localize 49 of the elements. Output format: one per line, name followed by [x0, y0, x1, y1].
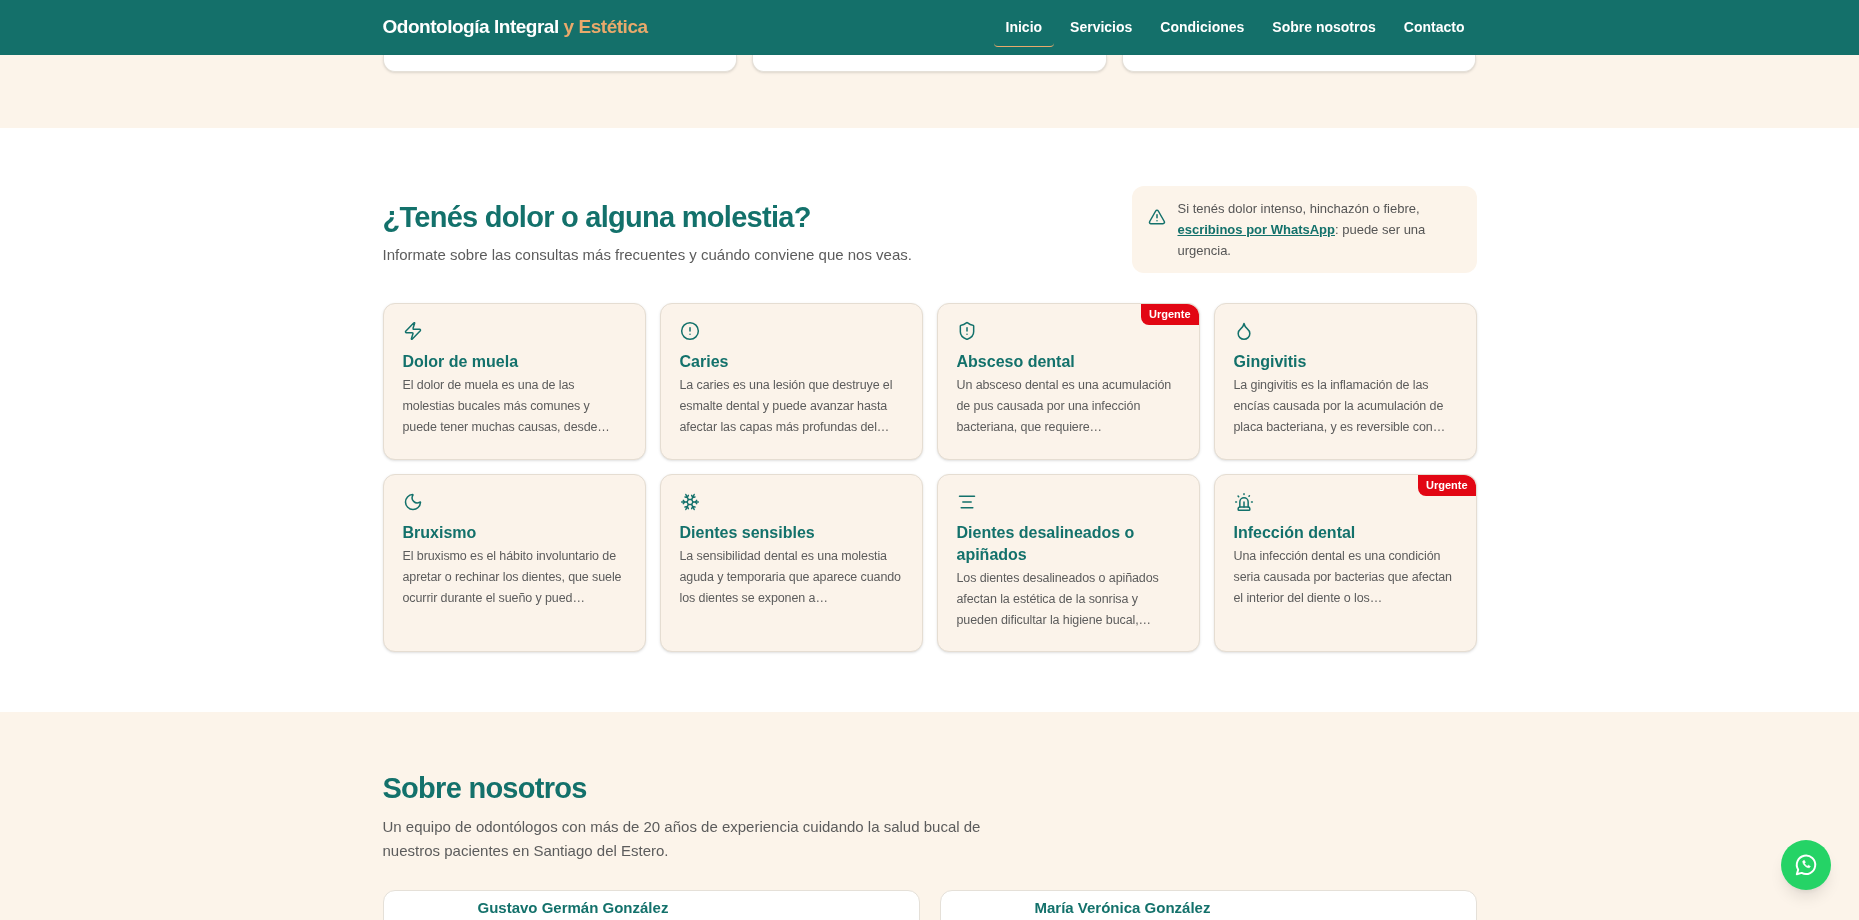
card-description: La gingivitis es la inflamación de las encías causada por la acumulación de placa bacteriana, y es reversible con… [1233, 377, 1447, 436]
condition-card[interactable]: Bruxismo El bruxismo es el hábito involuntario de apretar o rechinar los dientes, que suele ocurrir durante el sueño y pued… [382, 474, 646, 652]
moon-icon [402, 492, 423, 512]
card-title: Dientes sensibles [679, 523, 816, 543]
urgent-badge: Urgente [1140, 304, 1199, 325]
condition-card[interactable]: Dientes sensibles La sensibilidad dental es una molestia aguda y temporaria que aparece cuando los dientes se exponen a… [659, 474, 923, 652]
exclamation-circle-icon [679, 321, 700, 341]
condition-card[interactable]: Dolor de muela El dolor de muela es una de las molestias bucales más comunes y puede tener muchas causas, desde… [382, 303, 646, 460]
section-title: ¿Tenés dolor o alguna molestia? [382, 200, 812, 235]
notice-text: Si tenés dolor intenso, hinchazón o fiebre, escribinos por WhatsApp: puede ser una urgencia. [1177, 200, 1427, 260]
lightning-icon [402, 321, 423, 341]
nav-link[interactable]: Sobre nosotros [1260, 8, 1388, 47]
card-title: Infección dental [1233, 523, 1357, 543]
card-description: Los dientes desalineados o apiñados afectan la estética de la sonrisa y pueden dificultar la higiene bucal,… [956, 570, 1160, 629]
card-title: Gingivitis [1233, 352, 1308, 372]
centered-lines-icon [956, 492, 977, 512]
card-title: Caries [679, 352, 730, 372]
nav-link[interactable]: Servicios [1058, 8, 1145, 47]
card-description: La caries es una lesión que destruye el esmalte dental y puede avanzar hasta afectar las capas más profundas del… [679, 377, 894, 436]
whatsapp-link[interactable]: escribinos por WhatsApp [1177, 222, 1335, 237]
warning-icon [1147, 208, 1166, 226]
card-description: Un absceso dental es una acumulación de pus causada por una infección bacteriana, que requiere… [956, 377, 1173, 436]
whatsapp-button[interactable] [1781, 840, 1831, 890]
card-title: Absceso dental [956, 352, 1076, 372]
section-subtitle: Informate sobre las consultas más frecuentes y cuándo conviene que nos veas. [382, 244, 912, 265]
member-name: María Verónica González [1034, 898, 1211, 918]
siren-icon [1233, 492, 1254, 512]
section-title: Sobre nosotros [382, 771, 588, 806]
condition-card[interactable]: Dientes desalineados o apiñados Los dientes desalineados o apiñados afectan la estética de la sonrisa y pueden dificultar la higiene bucal,… [936, 474, 1200, 652]
card-title: Dientes desalineados o apiñados [956, 523, 1136, 565]
snowflake-icon [679, 492, 700, 512]
nav-link[interactable]: Inicio [993, 8, 1055, 47]
nav-link[interactable]: Condiciones [1148, 8, 1257, 47]
card-description: El dolor de muela es una de las molestias bucales más comunes y puede tener muchas causas, desde… [402, 377, 611, 436]
member-name: Gustavo Germán González [477, 898, 669, 918]
section-subtitle: Un equipo de odontólogos con más de 20 años de experiencia cuidando la salud bucal de nuestros pacientes en Santiago del Estero. [382, 816, 982, 861]
card-description: Una infección dental es una condición seria causada por bacterias que afectan el interior del diente o los… [1233, 548, 1453, 607]
chat-bubble-phone-icon [1793, 852, 1819, 878]
condition-card[interactable]: Caries La caries es una lesión que destruye el esmalte dental y puede avanzar hasta afectar las capas más profundas del… [659, 303, 923, 460]
condition-card[interactable]: Urgente Absceso dental Un absceso dental es una acumulación de pus causada por una infección bacteriana, que requiere… [936, 303, 1200, 460]
urgent-badge: Urgente [1417, 475, 1476, 496]
condition-card[interactable]: Gingivitis La gingivitis es la inflamación de las encías causada por la acumulación de placa bacteriana, y es reversible con… [1213, 303, 1477, 460]
brand-logo[interactable]: Odontología Integral y Estética [382, 13, 648, 42]
card-description: La sensibilidad dental es una molestia aguda y temporaria que aparece cuando los dientes se exponen a… [679, 548, 902, 607]
card-title: Bruxismo [402, 523, 478, 543]
nav-link[interactable]: Contacto [1391, 8, 1477, 47]
card-description: El bruxismo es el hábito involuntario de apretar o rechinar los dientes, que suele ocurrir durante el sueño y pued… [402, 548, 623, 607]
card-title: Dolor de muela [402, 352, 520, 372]
condition-card[interactable]: Urgente Infección dental Una infección dental es una condición seria causada por bacterias que afectan el interior del diente o los… [1213, 474, 1477, 652]
